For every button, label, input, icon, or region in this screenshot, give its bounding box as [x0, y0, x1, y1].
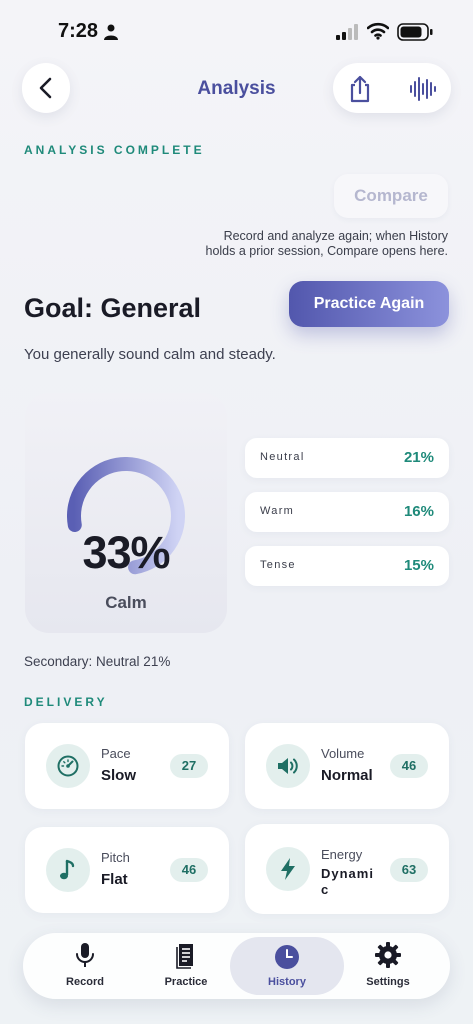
emotion-name: Tense — [260, 559, 296, 571]
lightning-icon — [266, 847, 310, 891]
gear-icon — [375, 942, 401, 968]
metric-value: Slow — [101, 767, 137, 784]
emotion-row-tense: Tense 15% — [245, 546, 449, 586]
metric-name: Volume — [321, 746, 365, 761]
metric-card-pitch: Pitch Flat 46 — [25, 827, 229, 913]
status-time: 7:28 — [58, 20, 99, 42]
compare-button[interactable]: Compare — [334, 174, 448, 218]
music-note-icon — [46, 848, 90, 892]
metric-card-volume: Volume Normal 46 — [245, 723, 449, 809]
metric-score-badge: 27 — [170, 754, 208, 778]
metric-value: Flat — [101, 871, 128, 888]
primary-emotion-label: Calm — [105, 593, 147, 612]
metric-name: Energy — [321, 847, 363, 862]
person-icon — [104, 24, 118, 40]
compare-hint: Record and analyze again; when History h… — [205, 229, 449, 258]
clock-icon — [275, 945, 299, 969]
emotion-row-neutral: Neutral 21% — [245, 438, 449, 478]
emotion-value: 15% — [403, 557, 434, 574]
document-icon — [176, 944, 193, 969]
goal-title: Goal: General — [24, 293, 202, 323]
metric-name: Pace — [101, 746, 131, 761]
metric-name: Pitch — [101, 850, 130, 865]
primary-emotion-percent: 33% — [82, 527, 170, 578]
tab-label: Settings — [366, 976, 410, 988]
tab-settings[interactable]: Settings — [338, 933, 438, 999]
share-icon[interactable] — [347, 75, 373, 103]
secondary-emotion-text: Secondary: Neutral 21% — [24, 654, 171, 669]
tab-label: Practice — [164, 976, 208, 988]
analysis-status-label: ANALYSIS COMPLETE — [24, 143, 205, 157]
metric-score-badge: 46 — [390, 754, 428, 778]
tab-history[interactable]: History — [230, 937, 344, 995]
speedometer-icon — [46, 744, 90, 788]
status-bar: 7:28 — [0, 0, 473, 60]
emotion-name: Warm — [260, 505, 295, 517]
signal-icon — [336, 24, 358, 40]
emotion-name: Neutral — [260, 451, 305, 463]
delivery-section-label: DELIVERY — [24, 695, 108, 709]
waveform-icon[interactable] — [409, 76, 437, 102]
metric-score-badge: 63 — [390, 858, 428, 882]
tab-practice[interactable]: Practice — [136, 933, 236, 999]
tab-label: Record — [66, 976, 104, 988]
emotion-row-warm: Warm 16% — [245, 492, 449, 532]
metric-score-badge: 46 — [170, 858, 208, 882]
emotion-value: 21% — [403, 449, 434, 466]
battery-icon — [397, 23, 433, 41]
metric-value: Normal — [321, 767, 373, 784]
wifi-icon — [367, 22, 389, 40]
tab-label: History — [268, 976, 306, 988]
primary-emotion-card: 33% Calm — [25, 393, 227, 633]
metric-card-energy: Energy Dynamic 63 — [245, 824, 449, 914]
metric-value: Dynamic — [321, 866, 374, 897]
speaker-icon — [266, 744, 310, 788]
practice-again-button[interactable]: Practice Again — [289, 281, 449, 327]
top-actions-group — [333, 63, 451, 113]
summary-text: You generally sound calm and steady. — [24, 346, 276, 363]
emotion-value: 16% — [403, 503, 434, 520]
metric-card-pace: Pace Slow 27 — [25, 723, 229, 809]
tab-bar: Record Practice History Settings — [23, 933, 450, 999]
microphone-icon — [76, 943, 94, 967]
tab-record[interactable]: Record — [35, 933, 135, 999]
